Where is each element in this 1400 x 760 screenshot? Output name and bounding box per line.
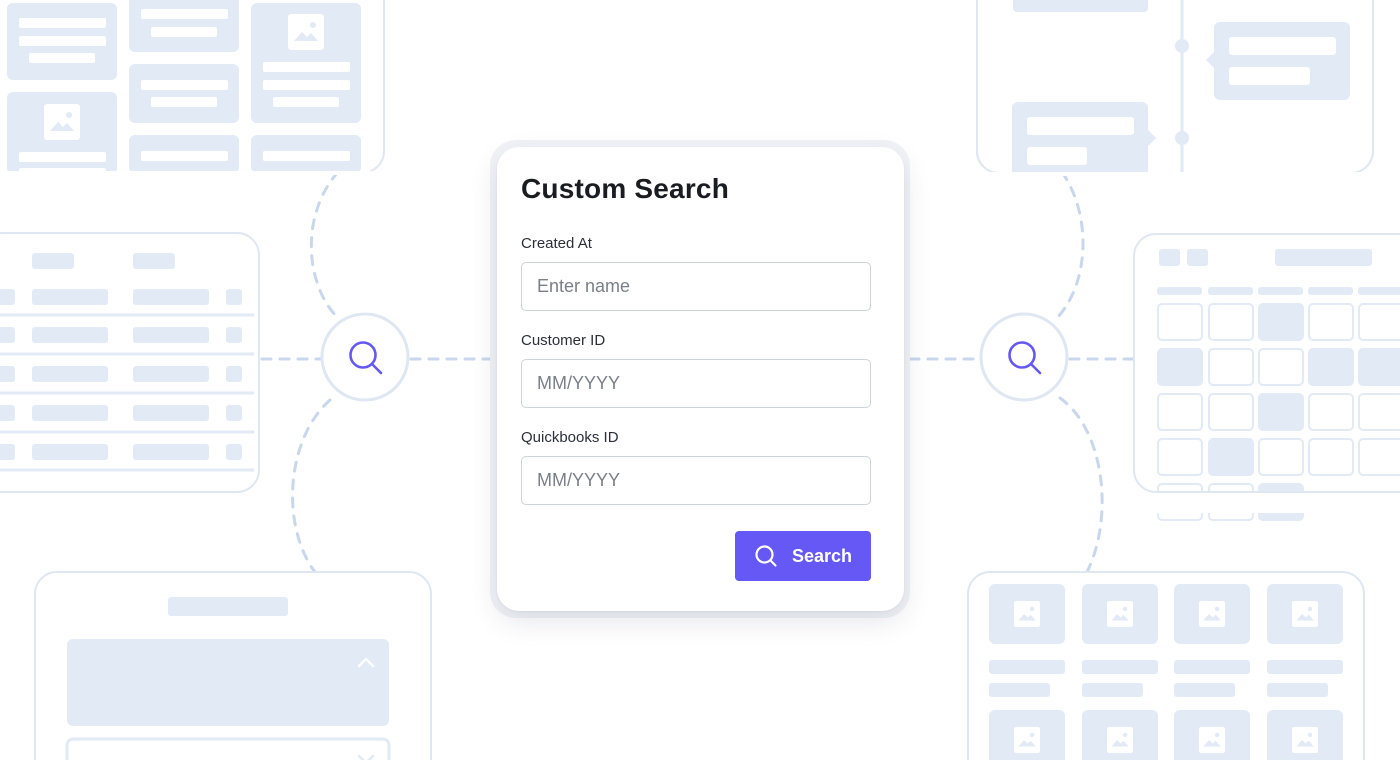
- image-grid-mock: [0, 0, 400, 175]
- magnifier-icon: [979, 312, 1069, 402]
- accordion-mock: [34, 571, 432, 760]
- search-icon: [754, 544, 778, 568]
- gallery-mock: [967, 571, 1365, 760]
- table-mock: [0, 232, 260, 493]
- created-at-label: Created At: [521, 235, 592, 252]
- card-title: Custom Search: [521, 173, 729, 204]
- created-at-input[interactable]: [521, 262, 871, 311]
- quickbooks-id-label: Quickbooks ID: [521, 429, 619, 446]
- magnifier-icon: [320, 312, 410, 402]
- customer-id-label: Customer ID: [521, 332, 606, 349]
- customer-id-input[interactable]: [521, 359, 871, 408]
- timeline-mock: [970, 0, 1380, 176]
- calendar-mock: [1133, 233, 1400, 521]
- custom-search-card: Custom Search Created At Customer ID Qui…: [497, 147, 904, 611]
- search-illustration: Custom Search Created At Customer ID Qui…: [0, 0, 1400, 760]
- search-button-label: Search: [791, 545, 853, 566]
- quickbooks-id-input[interactable]: [521, 456, 871, 505]
- search-button[interactable]: Search: [735, 531, 871, 581]
